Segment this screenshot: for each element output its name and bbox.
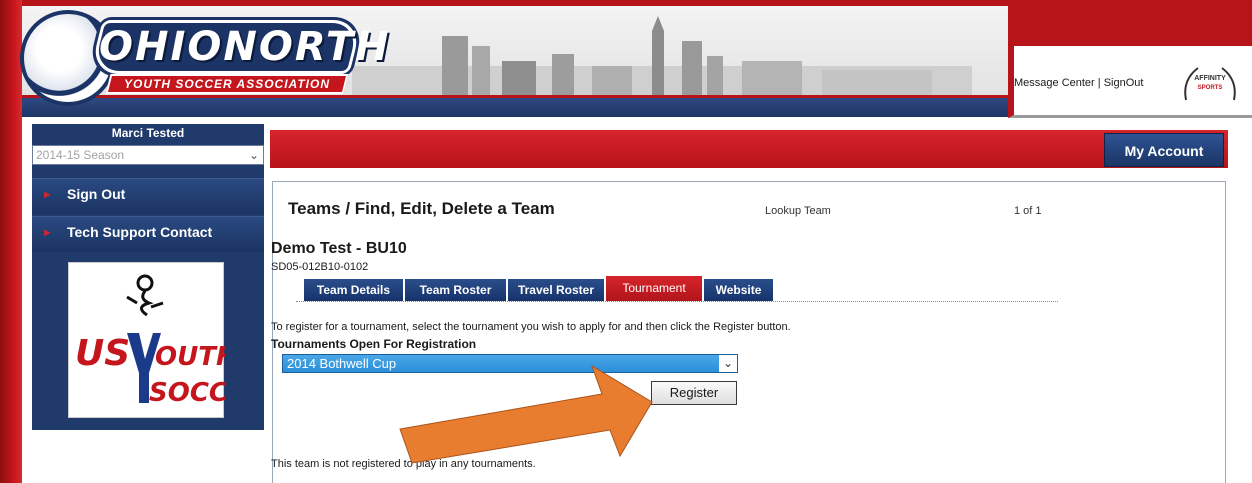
tournaments-open-label: Tournaments Open For Registration — [271, 337, 477, 351]
skyline-image — [352, 16, 972, 101]
tab-website[interactable]: Website — [704, 279, 774, 301]
sidebar-item-label: Tech Support Contact — [67, 224, 213, 240]
tab-team-roster[interactable]: Team Roster — [405, 279, 507, 301]
svg-text:US: US — [75, 333, 130, 374]
chevron-down-icon: ⌄ — [248, 148, 259, 162]
svg-text:SPORTS: SPORTS — [1198, 85, 1223, 91]
team-code: SD05-012B10-0102 — [271, 261, 369, 273]
tabs-divider — [296, 301, 1058, 302]
ohio-north-logo: OHIONORTH — [89, 20, 391, 74]
tech-support-button[interactable]: ► Tech Support Contact — [32, 216, 264, 252]
logo-subtitle-banner: YOUTH SOCCER ASSOCIATION — [105, 74, 349, 94]
record-count: 1 of 1 — [1014, 205, 1042, 217]
frame-left — [0, 0, 22, 483]
logo-subtitle: YOUTH SOCCER ASSOCIATION — [123, 77, 330, 91]
page: OHIONORTH YOUTH SOCCER ASSOCIATION Messa… — [0, 0, 1252, 483]
lookup-team-link[interactable]: Lookup Team — [765, 205, 831, 217]
season-select[interactable]: 2014-15 Season ⌄ — [32, 145, 264, 165]
sidebar-item-label: Sign Out — [67, 186, 126, 202]
us-youth-soccer-logo: US OUTH SOCCER. — [68, 262, 276, 418]
link-separator: | — [1094, 77, 1104, 89]
svg-text:SOCCER.: SOCCER. — [149, 378, 225, 408]
sign-out-button[interactable]: ► Sign Out — [32, 178, 264, 214]
header-links: Message Center | SignOut — [1014, 77, 1143, 89]
bullet-icon: ► — [42, 189, 53, 201]
affinity-sports-logo: AFFINITY SPORTS — [1184, 67, 1236, 101]
header-stripe — [22, 95, 1008, 117]
instructions-text: To register for a tournament, select the… — [271, 321, 791, 333]
user-name: Marci Tested — [111, 126, 185, 140]
svg-text:AFFINITY: AFFINITY — [1194, 75, 1226, 82]
page-title: Teams / Find, Edit, Delete a Team — [288, 199, 555, 218]
message-center-link[interactable]: Message Center — [1014, 77, 1095, 89]
bullet-icon: ► — [42, 227, 53, 239]
main-top-bar — [270, 130, 1228, 168]
season-selected: 2014-15 Season — [36, 148, 125, 162]
arrow-annotation-icon — [399, 364, 653, 464]
tab-team-details[interactable]: Team Details — [304, 279, 404, 301]
tab-tournament[interactable]: Tournament — [606, 276, 703, 301]
chevron-down-icon: ⌄ — [719, 355, 737, 372]
team-name: Demo Test - BU10 — [271, 240, 407, 257]
logo-wordmark: OHIONORTH — [99, 24, 391, 70]
svg-text:OUTH: OUTH — [155, 342, 225, 372]
tab-travel-roster[interactable]: Travel Roster — [508, 279, 605, 301]
signout-link[interactable]: SignOut — [1104, 77, 1144, 89]
my-account-button[interactable]: My Account — [1104, 133, 1224, 167]
usys-logo-graphic: US OUTH SOCCER. — [75, 274, 276, 408]
